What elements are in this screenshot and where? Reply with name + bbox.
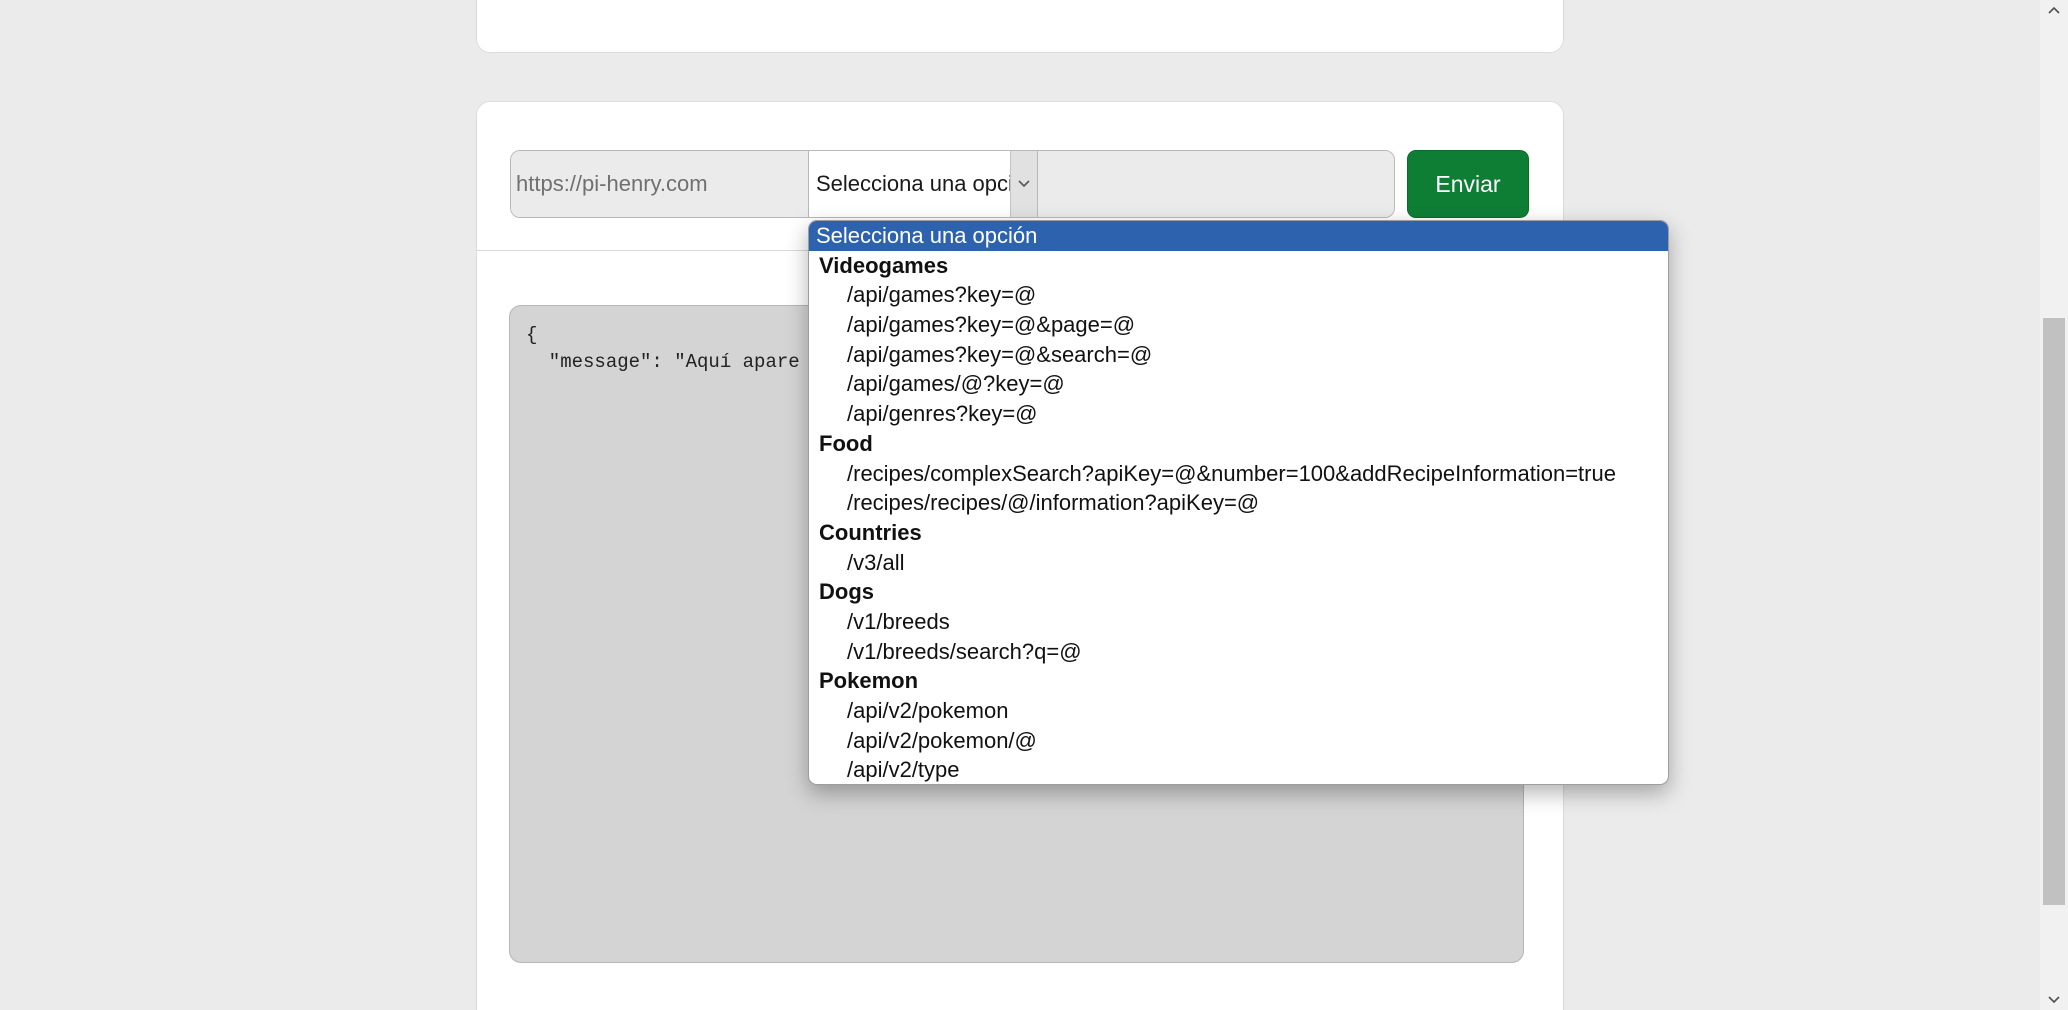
dropdown-option-selected[interactable]: Selecciona una opción (809, 221, 1668, 251)
scroll-down-arrow-icon[interactable] (2040, 990, 2068, 1010)
endpoint-select-value: Selecciona una opción (816, 171, 1038, 196)
optgroup-dogs: Dogs (819, 579, 874, 605)
optgroup-pokemon: Pokemon (819, 668, 919, 694)
dropdown-option[interactable]: /api/genres?key=@ (809, 399, 1668, 429)
previous-card (476, 0, 1564, 53)
dropdown-option[interactable]: /api/games?key=@ (809, 280, 1668, 310)
optgroup-food: Food (819, 430, 873, 456)
page-scrollbar[interactable] (2040, 0, 2068, 1010)
dropdown-option[interactable]: /api/games?key=@&page=@ (809, 310, 1668, 340)
chevron-down-icon[interactable] (1010, 151, 1037, 217)
scroll-up-arrow-icon[interactable] (2040, 0, 2068, 20)
send-button[interactable]: Enviar (1407, 150, 1529, 218)
dropdown-option[interactable]: /recipes/complexSearch?apiKey=@&number=1… (809, 459, 1668, 489)
dropdown-option[interactable]: /recipes/recipes/@/information?apiKey=@ (809, 488, 1668, 518)
base-url-label: https://pi-henry.com (511, 151, 808, 217)
dropdown-option[interactable]: /api/games?key=@&search=@ (809, 340, 1668, 370)
scrollbar-thumb[interactable] (2043, 318, 2065, 905)
dropdown-option[interactable]: /v3/all (809, 548, 1668, 578)
dropdown-option[interactable]: /api/v2/type (809, 755, 1668, 784)
param-input[interactable] (1038, 151, 1394, 217)
request-bar: https://pi-henry.com Selecciona una opci… (510, 150, 1395, 218)
dropdown-option[interactable]: /v1/breeds/search?q=@ (809, 637, 1668, 667)
endpoint-dropdown-list[interactable]: Selecciona una opción Videogames /api/ga… (808, 220, 1669, 785)
optgroup-countries: Countries (819, 519, 922, 545)
dropdown-option[interactable]: /api/v2/pokemon/@ (809, 726, 1668, 756)
dropdown-option[interactable]: /api/games/@?key=@ (809, 369, 1668, 399)
page: https://pi-henry.com Selecciona una opci… (0, 0, 2068, 1010)
endpoint-select[interactable]: Selecciona una opción (808, 151, 1038, 217)
dropdown-option[interactable]: /api/v2/pokemon (809, 696, 1668, 726)
optgroup-videogames: Videogames (819, 252, 949, 278)
dropdown-option[interactable]: /v1/breeds (809, 607, 1668, 637)
